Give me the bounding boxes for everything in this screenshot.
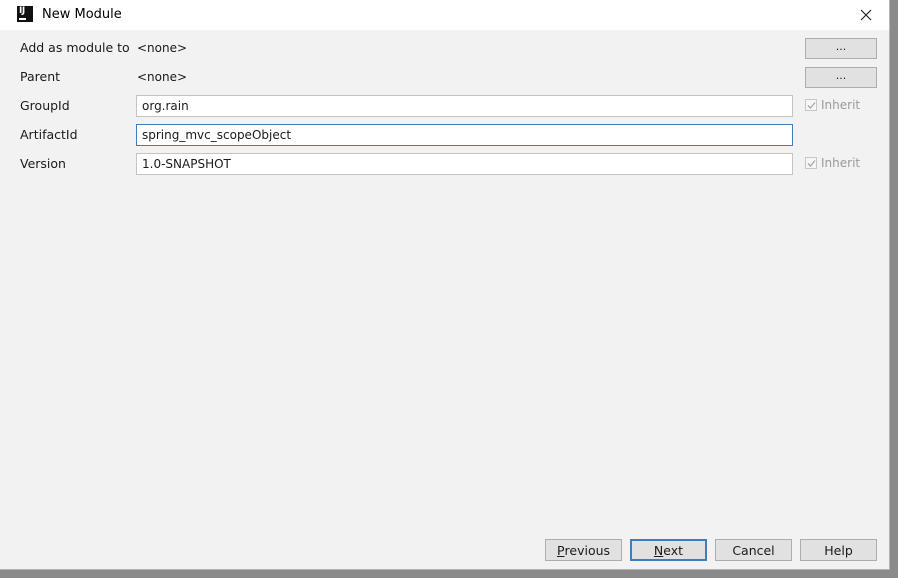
cancel-button[interactable]: Cancel <box>715 539 792 561</box>
group-id-label: GroupId <box>20 98 70 113</box>
close-button[interactable] <box>850 0 882 30</box>
inherit-label: Inherit <box>821 156 861 170</box>
next-button[interactable]: Next <box>630 539 707 561</box>
title-bar: IJ New Module <box>0 0 889 30</box>
version-field[interactable] <box>136 153 793 175</box>
previous-button[interactable]: Previous <box>545 539 622 561</box>
inherit-label: Inherit <box>821 98 861 112</box>
checkbox[interactable] <box>805 157 817 169</box>
add-as-module-to-browse-button[interactable]: ... <box>805 38 877 59</box>
help-button[interactable]: Help <box>800 539 877 561</box>
checkbox[interactable] <box>805 99 817 111</box>
parent-label: Parent <box>20 69 61 84</box>
group-id-inherit-checkbox[interactable]: Inherit <box>805 98 860 112</box>
artifact-id-field[interactable] <box>136 124 793 146</box>
intellij-idea-icon: IJ <box>17 6 33 22</box>
new-module-dialog: IJ New Module Add as module to <none> ..… <box>0 0 890 570</box>
add-as-module-to-value: <none> <box>137 41 188 55</box>
artifact-id-label: ArtifactId <box>20 127 78 142</box>
window-title: New Module <box>42 7 122 22</box>
group-id-field[interactable] <box>136 95 793 117</box>
checkmark-icon <box>807 102 816 109</box>
version-label: Version <box>20 156 66 171</box>
add-as-module-to-label: Add as module to <box>20 40 130 55</box>
checkmark-icon <box>807 160 816 167</box>
close-icon <box>860 9 872 21</box>
version-inherit-checkbox[interactable]: Inherit <box>805 156 860 170</box>
parent-browse-button[interactable]: ... <box>805 67 877 88</box>
parent-value: <none> <box>137 70 188 84</box>
